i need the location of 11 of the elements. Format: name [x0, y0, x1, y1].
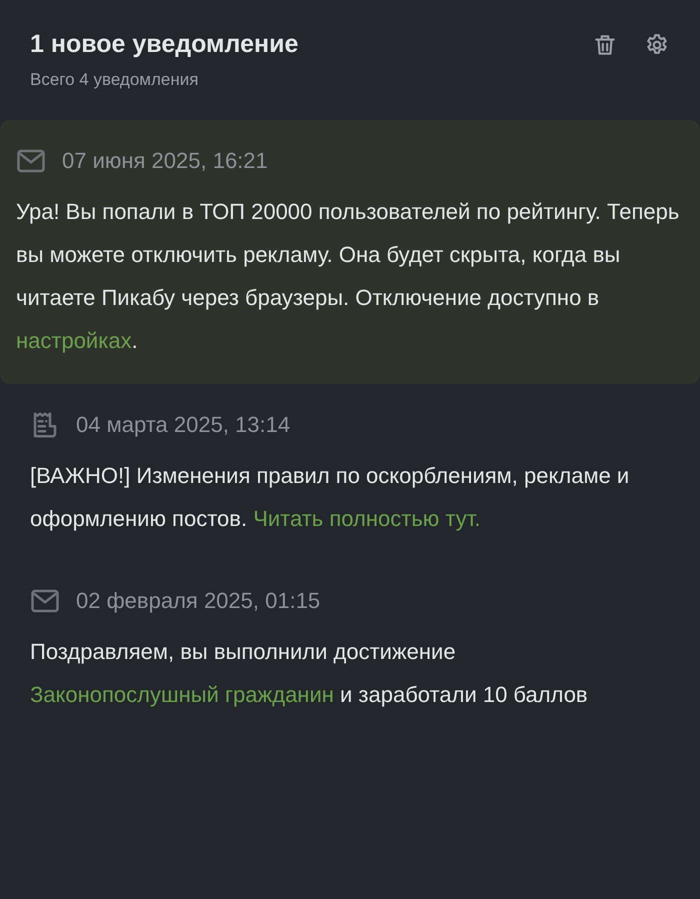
- text-link[interactable]: Читать полностью тут.: [253, 506, 480, 531]
- notification-date: 04 марта 2025, 13:14: [76, 412, 290, 438]
- notifications-title: 1 новое уведомление: [30, 29, 298, 60]
- notification-text: Поздравляем, вы выполнили достижение Законопослушный гражданин и заработали 10 баллов: [30, 638, 589, 709]
- notification-text: Ура! Вы попали в ТОП 20000 пользователей по рейтингу. Теперь вы можете отключить рекламу. Она будет скрыта, когда вы читаете Пикабу через браузеры. Отключение доступно в настройках.: [16, 198, 680, 355]
- notifications-count: Всего 4 уведомления: [30, 70, 200, 90]
- notification-text: [ВАЖНО!] Изменения правил по оскорблениям, рекламе и оформлению постов. Читать полностью тут.: [30, 462, 630, 533]
- notification-date: 02 февраля 2025, 01:15: [76, 588, 320, 614]
- notification-date: 07 июня 2025, 16:21: [62, 148, 268, 174]
- text-link[interactable]: настройках: [16, 328, 132, 353]
- text-link[interactable]: Законопослушный гражданин: [30, 682, 334, 707]
